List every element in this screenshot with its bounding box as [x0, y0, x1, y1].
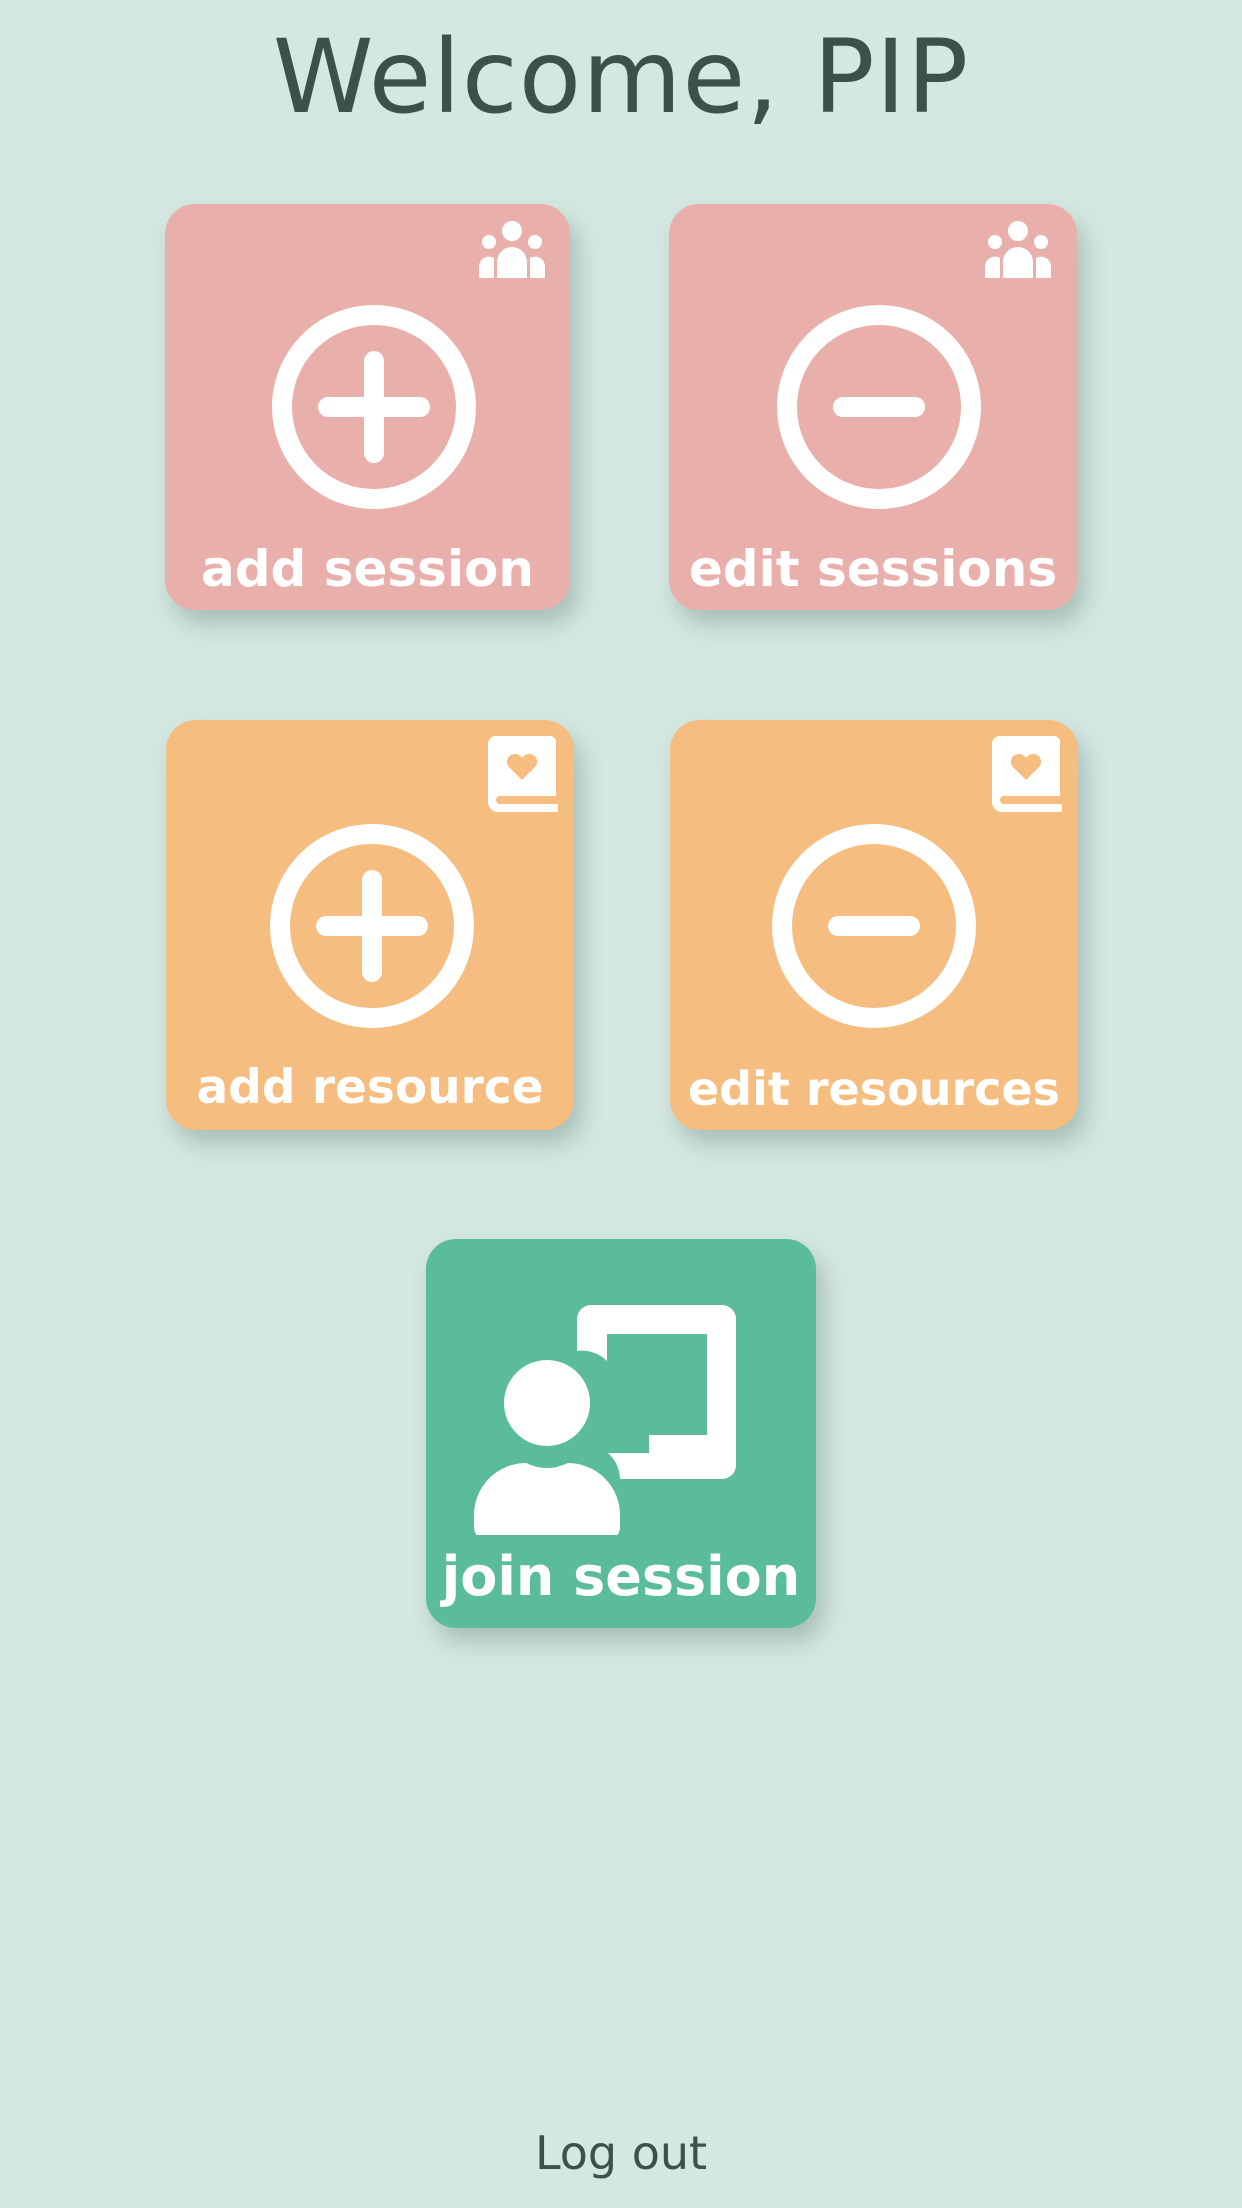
- group-icon: [985, 221, 1051, 278]
- teacher-board-icon: [474, 1305, 736, 1535]
- edit-sessions-button[interactable]: edit sessions: [669, 204, 1077, 610]
- group-icon: [479, 221, 545, 278]
- edit-resources-label: edit resources: [687, 1062, 1061, 1116]
- page-title: Welcome, PIP: [272, 18, 970, 137]
- plus-circle-icon: [272, 305, 476, 509]
- minus-circle-icon: [777, 305, 981, 509]
- minus-circle-icon: [772, 824, 976, 1028]
- edit-resources-button[interactable]: edit resources: [670, 720, 1078, 1130]
- add-resource-label: add resource: [196, 1060, 544, 1115]
- heart-book-icon: [488, 736, 558, 812]
- join-session-label: join session: [441, 1545, 801, 1608]
- add-resource-button[interactable]: add resource: [166, 720, 574, 1130]
- add-session-label: add session: [200, 540, 534, 598]
- edit-sessions-label: edit sessions: [688, 540, 1058, 598]
- add-session-button[interactable]: add session: [165, 204, 570, 610]
- logout-link[interactable]: Log out: [0, 2126, 1242, 2180]
- plus-circle-icon: [270, 824, 474, 1028]
- heart-book-icon: [992, 736, 1062, 812]
- join-session-button[interactable]: join session: [426, 1239, 816, 1628]
